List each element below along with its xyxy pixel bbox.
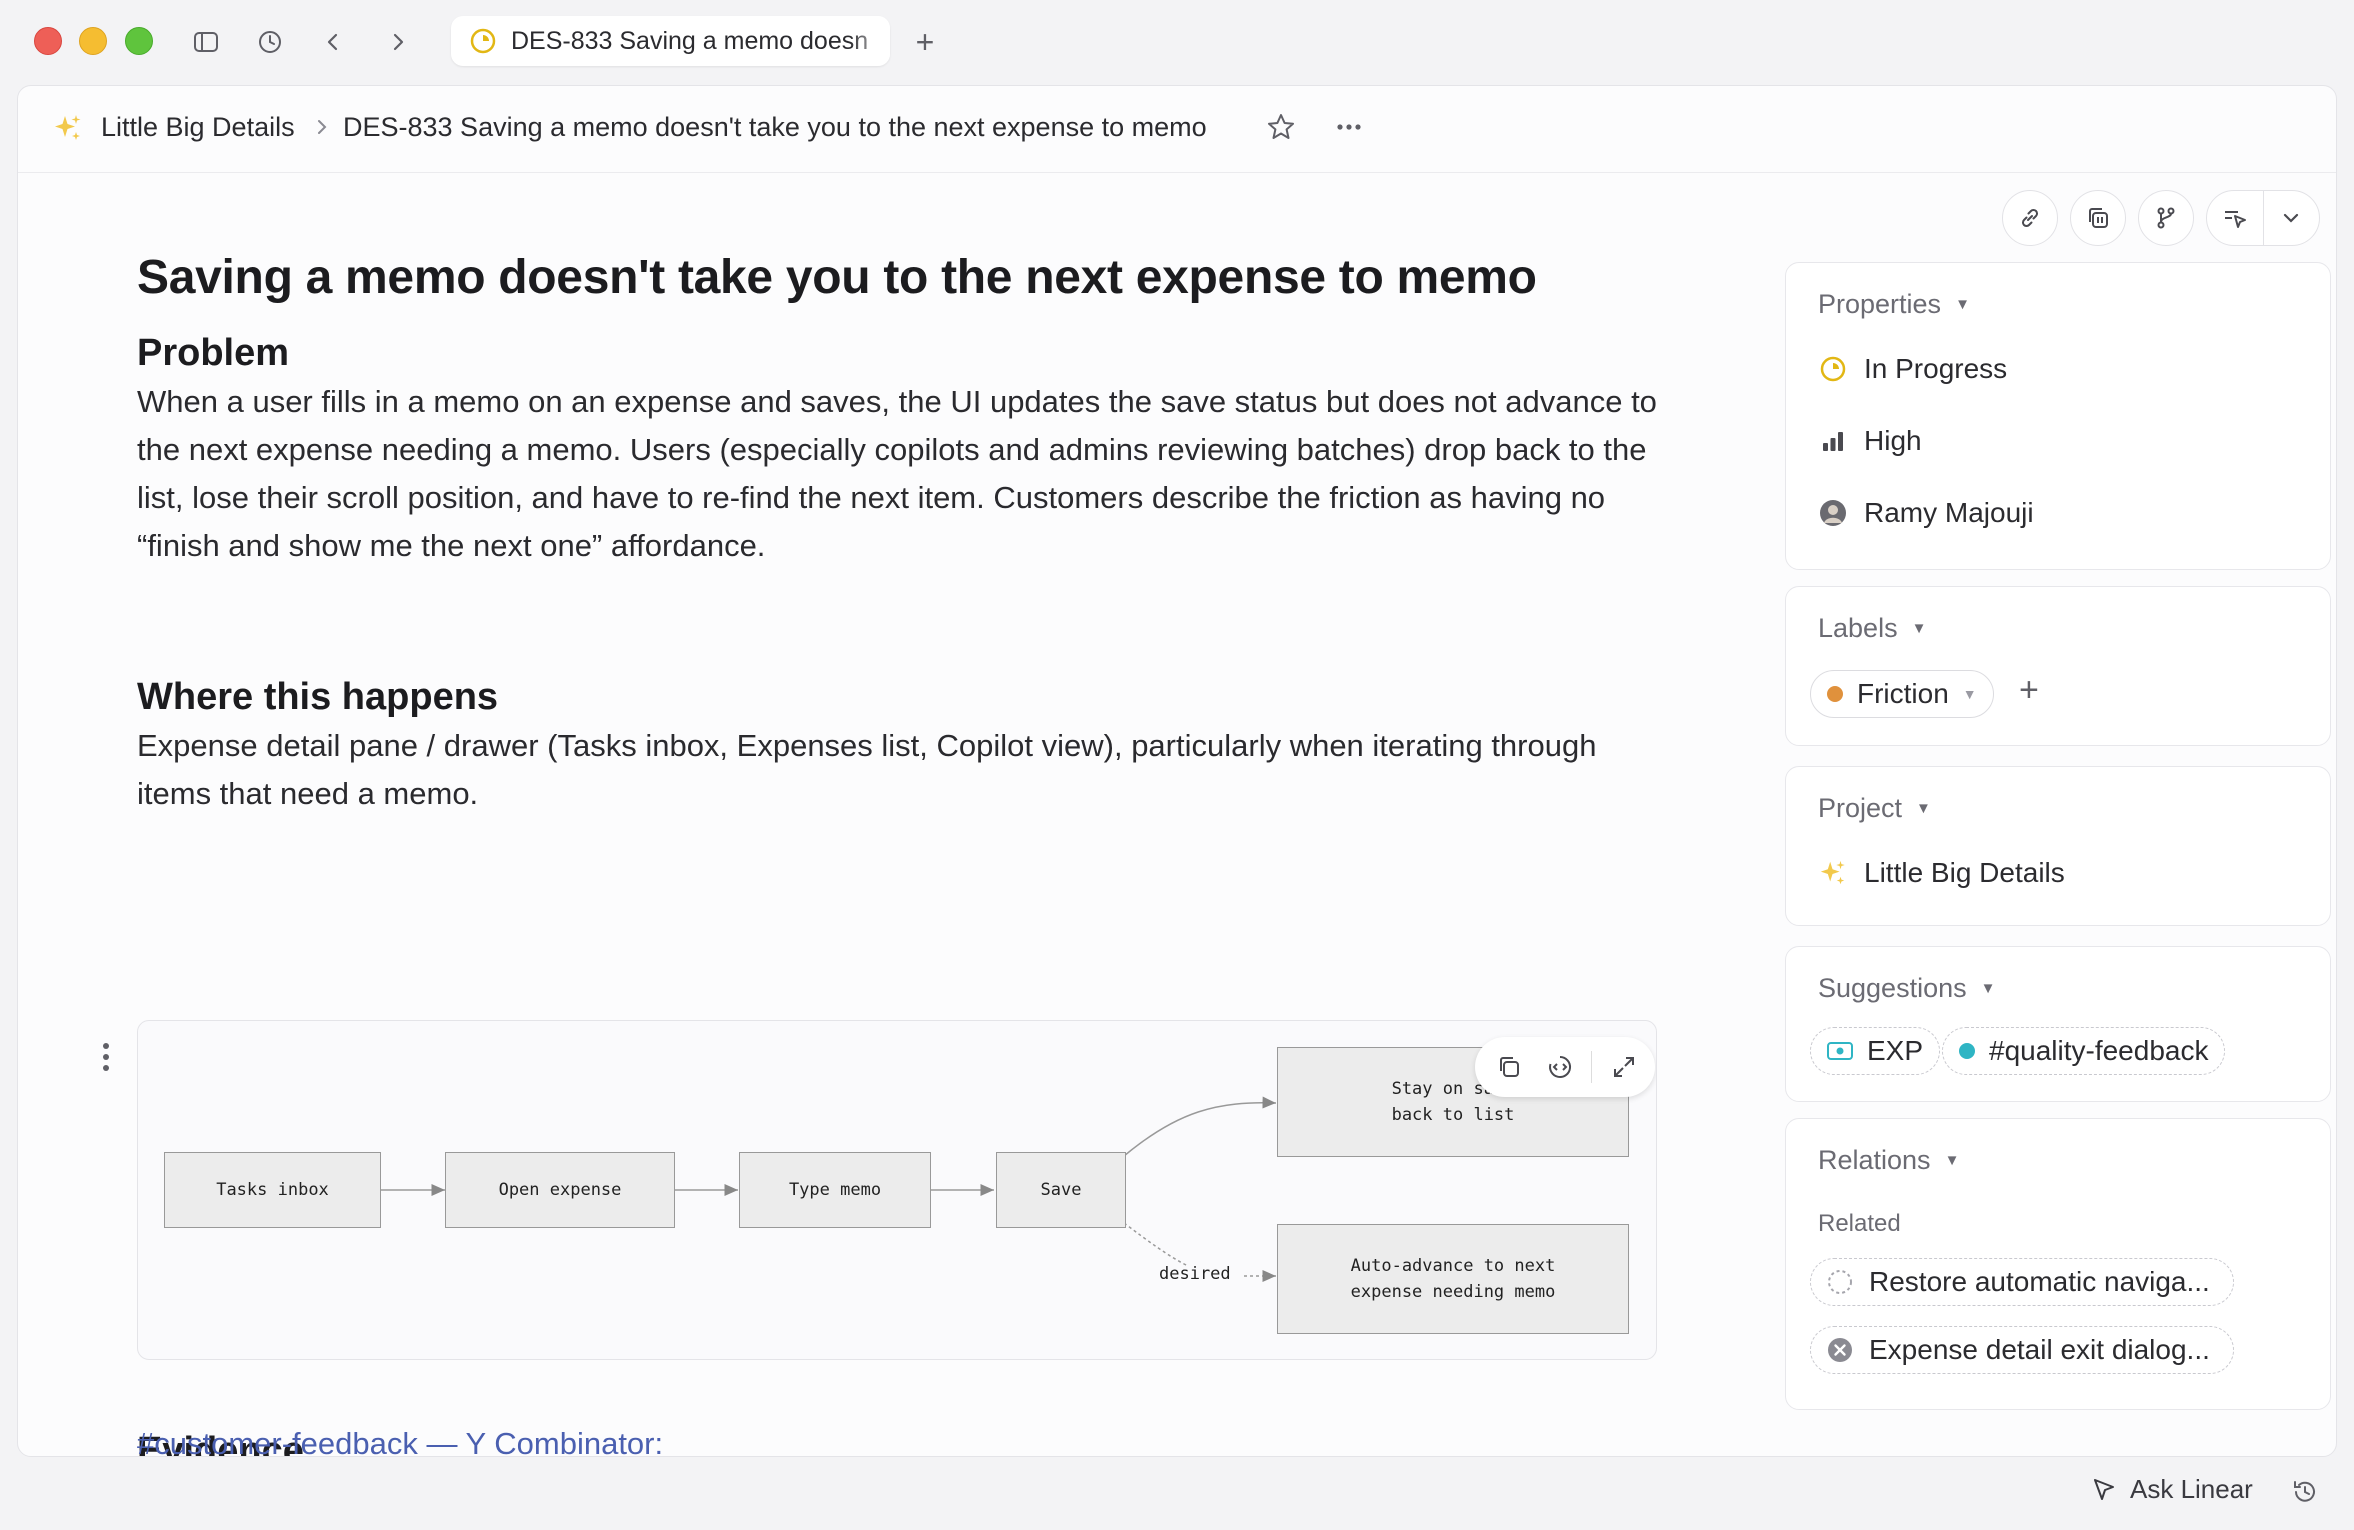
properties-toggle[interactable]: Properties ▼ [1818, 289, 1970, 320]
expand-icon[interactable] [1604, 1047, 1643, 1087]
in-progress-status-icon [1818, 354, 1848, 384]
problem-heading: Problem [137, 332, 290, 374]
node-auto-line2: expense needing memo [1350, 1282, 1556, 1302]
caret-down-icon: ▼ [1962, 686, 1977, 702]
close-window-button[interactable] [34, 27, 62, 55]
where-text: Expense detail pane / drawer (Tasks inbo… [137, 728, 1597, 811]
star-icon[interactable] [1266, 112, 1296, 147]
title-bar: DES-833 Saving a memo doesn + [0, 0, 2354, 84]
sidebar-toggle-icon[interactable] [186, 22, 226, 62]
node-stay-line2: back to list [1391, 1105, 1515, 1125]
backlog-status-icon [1827, 1269, 1853, 1295]
edge-label-desired: desired [1159, 1264, 1231, 1284]
properties-card: Properties ▼ In Progress High Ramy Majouj… [1785, 262, 2331, 570]
git-branch-button[interactable] [2138, 190, 2194, 246]
copy-id-button[interactable] [2070, 190, 2126, 246]
add-label-button[interactable]: + [2019, 671, 2039, 710]
main-panel: Little Big Details DES-833 Saving a memo… [17, 85, 2337, 1457]
caret-down-icon: ▼ [1916, 800, 1931, 817]
channel-color-dot [1959, 1043, 1975, 1059]
more-options-icon[interactable] [1334, 112, 1364, 147]
drag-handle-icon[interactable] [98, 1039, 114, 1080]
labels-card: Labels ▼ Friction ▼ + [1785, 586, 2331, 746]
suggestion-channel[interactable]: #quality-feedback [1942, 1027, 2226, 1075]
issue-title[interactable]: Saving a memo doesn't take you to the ne… [137, 250, 1537, 305]
project-property[interactable]: Little Big Details [1818, 857, 2065, 889]
minimize-window-button[interactable] [79, 27, 107, 55]
evidence-link[interactable]: #customer-feedback — Y Combinator: [137, 1426, 663, 1456]
chevron-down-icon[interactable] [2263, 190, 2319, 246]
sparkles-icon [52, 112, 84, 149]
label-chip-friction[interactable]: Friction ▼ [1810, 670, 1994, 718]
copy-icon[interactable] [1489, 1047, 1528, 1087]
flow-diagram[interactable]: Tasks inbox Open expense Type memo Save … [137, 1020, 1657, 1360]
breadcrumb-issue[interactable]: DES-833 Saving a memo doesn't take you t… [343, 112, 1207, 143]
labels-toggle[interactable]: Labels ▼ [1818, 613, 1926, 644]
suggestions-toggle[interactable]: Suggestions ▼ [1818, 973, 1995, 1004]
breadcrumb: Little Big Details DES-833 Saving a memo… [18, 86, 2336, 173]
relations-card: Relations ▼ Related Restore automatic nav… [1785, 1118, 2331, 1410]
agent-icon[interactable] [2207, 190, 2263, 246]
caret-down-icon: ▼ [1911, 620, 1927, 637]
in-progress-status-icon [470, 28, 496, 54]
caret-down-icon: ▼ [1944, 1152, 1960, 1169]
chevron-right-icon [313, 113, 333, 146]
ask-linear-button[interactable]: Ask Linear [2090, 1474, 2253, 1505]
project-card: Project ▼ Little Big Details [1785, 766, 2331, 926]
issue-content: Saving a memo doesn't take you to the ne… [18, 174, 1778, 1456]
node-auto-line1: Auto-advance to next [1350, 1256, 1556, 1276]
project-toggle[interactable]: Project ▼ [1818, 793, 1931, 824]
code-toggle-icon[interactable] [1540, 1047, 1579, 1087]
node-tasks-inbox: Tasks inbox [164, 1152, 381, 1228]
avatar [1818, 498, 1848, 528]
node-auto-advance: Auto-advance to next expense needing mem… [1277, 1224, 1629, 1334]
forward-arrow-icon[interactable] [378, 22, 418, 62]
canceled-status-icon [1827, 1337, 1853, 1363]
maximize-window-button[interactable] [125, 27, 153, 55]
tab-title: DES-833 Saving a memo doesn [511, 26, 869, 55]
breadcrumb-project[interactable]: Little Big Details [101, 112, 295, 143]
node-save: Save [996, 1152, 1126, 1228]
related-label: Related [1818, 1210, 1901, 1237]
cursor-arrow-icon [2094, 1478, 2114, 1500]
where-heading: Where this happens [137, 676, 499, 718]
history-icon[interactable] [250, 22, 290, 62]
back-arrow-icon[interactable] [313, 22, 353, 62]
suggestions-card: Suggestions ▼ EXP #quality-feedback [1785, 946, 2331, 1102]
label-color-dot [1827, 686, 1843, 702]
relations-toggle[interactable]: Relations ▼ [1818, 1145, 1959, 1176]
assignee-property[interactable]: Ramy Majouji [1818, 497, 2034, 529]
history-icon[interactable] [2290, 1477, 2320, 1512]
node-type-memo: Type memo [739, 1152, 931, 1228]
copy-link-button[interactable] [2002, 190, 2058, 246]
priority-property[interactable]: High [1818, 425, 1922, 457]
caret-down-icon: ▼ [1980, 980, 1996, 997]
app-window: DES-833 Saving a memo doesn + Little Big… [0, 0, 2354, 1530]
issue-actions [2002, 190, 2320, 246]
problem-text: When a user fills in a memo on an expens… [137, 384, 1657, 563]
diagram-toolbar [1475, 1037, 1655, 1097]
node-open-expense: Open expense [445, 1152, 675, 1228]
related-issue-2[interactable]: Expense detail exit dialog... [1810, 1326, 2234, 1374]
sparkles-icon [1818, 858, 1848, 888]
suggestion-team-exp[interactable]: EXP [1810, 1027, 1941, 1075]
related-issue-1[interactable]: Restore automatic naviga... [1810, 1258, 2234, 1306]
status-property[interactable]: In Progress [1818, 353, 2007, 385]
new-tab-button[interactable]: + [905, 22, 945, 62]
priority-high-icon [1818, 426, 1848, 456]
agent-menu-button[interactable] [2206, 190, 2320, 246]
issue-tab[interactable]: DES-833 Saving a memo doesn [451, 16, 890, 66]
money-icon [1827, 1041, 1853, 1061]
caret-down-icon: ▼ [1955, 296, 1970, 313]
